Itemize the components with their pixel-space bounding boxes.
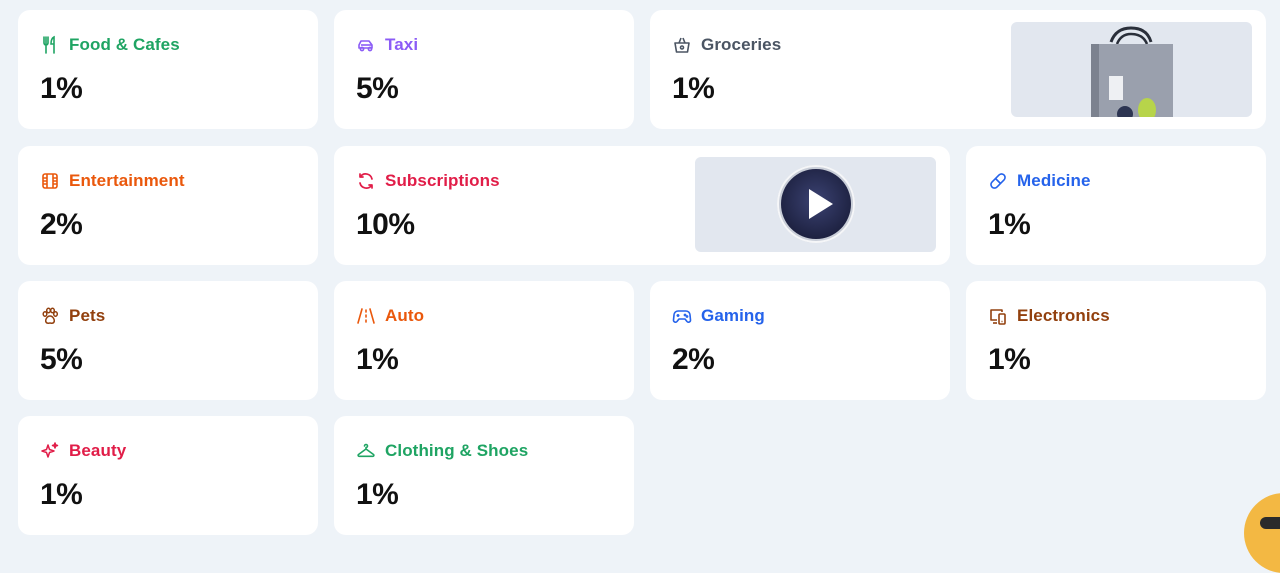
sparkle-icon (40, 441, 60, 461)
subscriptions-promo-image (695, 157, 936, 252)
pill-icon (988, 171, 1008, 191)
category-card-groceries[interactable]: Groceries 1% (650, 10, 1266, 129)
category-label: Food & Cafes (69, 35, 180, 54)
category-label: Gaming (701, 306, 765, 325)
category-card-beauty[interactable]: Beauty 1% (18, 416, 318, 535)
category-label: Taxi (385, 35, 419, 54)
film-icon (40, 171, 60, 191)
refresh-icon (356, 171, 376, 191)
category-label: Entertainment (69, 171, 185, 190)
category-card-clothing[interactable]: Clothing & Shoes 1% (334, 416, 634, 535)
category-label: Pets (69, 306, 106, 325)
basket-icon (672, 35, 692, 55)
category-card-gaming[interactable]: Gaming 2% (650, 281, 950, 400)
chat-fab-button[interactable] (1244, 493, 1280, 573)
category-value: 2% (672, 343, 715, 376)
chat-icon (1260, 517, 1280, 529)
shopping-bag-icon (1091, 26, 1173, 117)
paw-icon (40, 306, 60, 326)
category-card-pets[interactable]: Pets 5% (18, 281, 318, 400)
category-value: 10% (356, 208, 415, 241)
category-card-food[interactable]: Food & Cafes 1% (18, 10, 318, 129)
category-value: 1% (40, 72, 83, 105)
category-card-subscriptions[interactable]: Subscriptions 10% (334, 146, 950, 265)
category-value: 1% (356, 343, 399, 376)
category-value: 5% (40, 343, 83, 376)
category-value: 1% (988, 343, 1031, 376)
category-value: 1% (988, 208, 1031, 241)
category-label: Clothing & Shoes (385, 441, 529, 460)
category-card-taxi[interactable]: Taxi 5% (334, 10, 634, 129)
category-label: Beauty (69, 441, 127, 460)
category-label: Electronics (1017, 306, 1110, 325)
category-card-auto[interactable]: Auto 1% (334, 281, 634, 400)
hanger-icon (356, 441, 376, 461)
category-value: 1% (356, 478, 399, 511)
gamepad-icon (672, 306, 692, 326)
car-icon (356, 35, 376, 55)
category-value: 1% (672, 72, 715, 105)
category-card-electronics[interactable]: Electronics 1% (966, 281, 1266, 400)
category-label: Groceries (701, 35, 782, 54)
category-card-entertainment[interactable]: Entertainment 2% (18, 146, 318, 265)
category-label: Auto (385, 306, 425, 325)
play-icon (777, 165, 855, 243)
category-label: Medicine (1017, 171, 1091, 190)
fork-knife-icon (40, 35, 60, 55)
groceries-promo-image (1011, 22, 1252, 117)
category-value: 5% (356, 72, 399, 105)
category-card-medicine[interactable]: Medicine 1% (966, 146, 1266, 265)
devices-icon (988, 306, 1008, 326)
category-label: Subscriptions (385, 171, 500, 190)
category-value: 1% (40, 478, 83, 511)
road-icon (356, 306, 376, 326)
category-value: 2% (40, 208, 83, 241)
